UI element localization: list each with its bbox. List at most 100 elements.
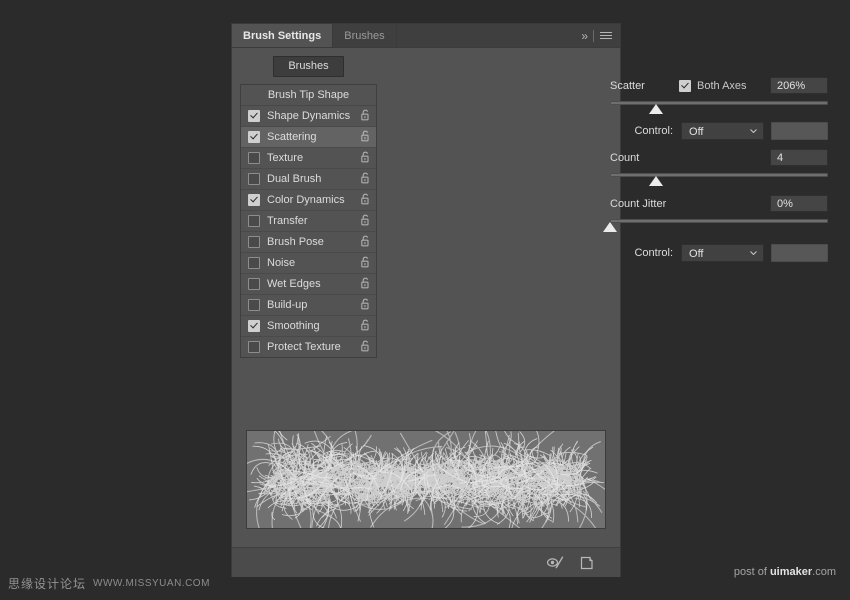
both-axes-checkbox[interactable] — [679, 80, 691, 92]
new-brush-icon[interactable] — [580, 556, 594, 570]
count-jitter-value-input[interactable]: 0% — [770, 195, 828, 212]
scatter-control-label: Control: — [634, 125, 674, 137]
scattering-controls: Scatter Both Axes 206% Control: Off Coun… — [603, 76, 828, 264]
scatter-slider[interactable] — [610, 98, 828, 116]
brush-option-row[interactable]: Noise — [241, 253, 376, 274]
count-jitter-control-select[interactable]: Off — [681, 244, 764, 262]
brush-option-label: Transfer — [267, 215, 308, 227]
panel-tab-tools: » — [573, 24, 620, 47]
brush-option-label: Scattering — [267, 131, 317, 143]
brush-option-row[interactable]: Protect Texture — [241, 337, 376, 357]
brushes-button-wrap: Brushes — [240, 48, 377, 84]
count-jitter-control-extra-box[interactable] — [770, 244, 828, 262]
both-axes-toggle[interactable]: Both Axes — [679, 80, 747, 92]
tab-tools-divider — [593, 29, 594, 42]
unlocked-padlock-icon[interactable] — [361, 277, 370, 292]
tab-brushes[interactable]: Brushes — [333, 24, 397, 47]
scatter-control-row: Control: Off — [610, 120, 828, 142]
brush-option-row[interactable]: Smoothing — [241, 316, 376, 337]
unlocked-padlock-icon[interactable] — [361, 130, 370, 145]
count-jitter-control-value: Off — [689, 248, 704, 260]
count-jitter-slider-track[interactable] — [610, 219, 828, 223]
brush-option-checkbox[interactable] — [248, 341, 260, 353]
count-jitter-control-label: Control: — [634, 247, 674, 259]
count-row: Count 4 — [610, 148, 828, 168]
scatter-label: Scatter — [610, 80, 645, 92]
count-slider-track[interactable] — [610, 173, 828, 177]
brush-option-checkbox[interactable] — [248, 110, 260, 122]
brush-option-label: Smoothing — [267, 320, 320, 332]
brush-option-row[interactable]: Build-up — [241, 295, 376, 316]
brushes-button[interactable]: Brushes — [273, 55, 344, 77]
scatter-control-select[interactable]: Off — [681, 122, 764, 140]
hamburger-menu-icon[interactable] — [600, 30, 612, 41]
brush-option-checkbox[interactable] — [248, 194, 260, 206]
scatter-value-input[interactable]: 206% — [770, 77, 828, 94]
brush-option-row[interactable]: Dual Brush — [241, 169, 376, 190]
brush-option-label: Texture — [267, 152, 304, 164]
unlocked-padlock-icon[interactable] — [361, 256, 370, 271]
brush-option-row[interactable]: Transfer — [241, 211, 376, 232]
count-value-input[interactable]: 4 — [770, 149, 828, 166]
count-slider-thumb[interactable] — [648, 176, 663, 186]
scatter-slider-track[interactable] — [610, 101, 828, 105]
scatter-control-value: Off — [689, 126, 704, 138]
brush-option-checkbox[interactable] — [248, 257, 260, 269]
unlocked-padlock-icon[interactable] — [361, 340, 370, 355]
brush-options-column: Brushes Brush Tip Shape Shape Dynamics Sc… — [240, 48, 377, 358]
brush-option-checkbox[interactable] — [248, 131, 260, 143]
unlocked-padlock-icon[interactable] — [361, 298, 370, 313]
brush-settings-panel: Brush Settings Brushes » Brushes Brush T… — [232, 24, 828, 577]
brush-tip-shape-header[interactable]: Brush Tip Shape — [241, 85, 376, 106]
brush-option-label: Dual Brush — [267, 173, 322, 185]
brush-option-label: Protect Texture — [267, 341, 341, 353]
brush-option-checkbox[interactable] — [248, 152, 260, 164]
count-jitter-control-row: Control: Off — [610, 242, 828, 264]
brush-option-label: Wet Edges — [267, 278, 321, 290]
unlocked-padlock-icon[interactable] — [361, 109, 370, 124]
brush-stroke-graphic — [247, 431, 605, 528]
unlocked-padlock-icon[interactable] — [361, 151, 370, 166]
watermark-left-cn: 思缘设计论坛 — [8, 577, 87, 591]
scatter-control-extra-box[interactable] — [770, 122, 828, 140]
count-jitter-slider-thumb[interactable] — [603, 222, 617, 232]
brush-option-checkbox[interactable] — [248, 236, 260, 248]
brush-option-row[interactable]: Scattering — [241, 127, 376, 148]
brush-preview-toggle-icon[interactable] — [547, 556, 564, 569]
unlocked-padlock-icon[interactable] — [361, 235, 370, 250]
count-label: Count — [610, 152, 640, 164]
scatter-slider-thumb[interactable] — [648, 104, 663, 114]
panel-footer — [232, 547, 620, 577]
brush-option-checkbox[interactable] — [248, 299, 260, 311]
unlocked-padlock-icon[interactable] — [361, 319, 370, 334]
unlocked-padlock-icon[interactable] — [361, 193, 370, 208]
brush-option-checkbox[interactable] — [248, 173, 260, 185]
brush-option-row[interactable]: Shape Dynamics — [241, 106, 376, 127]
brush-option-label: Color Dynamics — [267, 194, 345, 206]
tab-bar-spacer — [396, 24, 574, 47]
brush-option-row[interactable]: Texture — [241, 148, 376, 169]
double-chevron-right-icon[interactable]: » — [581, 29, 588, 43]
chevron-down-icon — [750, 129, 757, 133]
brush-option-row[interactable]: Brush Pose — [241, 232, 376, 253]
watermark-right-prefix: post of — [733, 566, 770, 578]
tab-brushes-label: Brushes — [344, 29, 385, 42]
brush-option-label: Shape Dynamics — [267, 110, 351, 122]
brush-options-list: Brush Tip Shape Shape Dynamics Scattering… — [240, 84, 377, 358]
unlocked-padlock-icon[interactable] — [361, 172, 370, 187]
unlocked-padlock-icon[interactable] — [361, 214, 370, 229]
brush-option-label: Brush Pose — [267, 236, 324, 248]
brush-stroke-preview — [246, 430, 606, 529]
brush-option-checkbox[interactable] — [248, 320, 260, 332]
count-slider[interactable] — [610, 170, 828, 188]
brush-option-label: Noise — [267, 257, 296, 269]
brush-option-checkbox[interactable] — [248, 278, 260, 290]
watermark-left: 思缘设计论坛 WWW.MISSYUAN.COM — [8, 575, 210, 592]
scatter-row: Scatter Both Axes 206% — [610, 76, 828, 96]
brush-option-checkbox[interactable] — [248, 215, 260, 227]
tab-brush-settings[interactable]: Brush Settings — [232, 24, 334, 47]
count-jitter-slider[interactable] — [603, 216, 828, 234]
brush-option-row[interactable]: Wet Edges — [241, 274, 376, 295]
brush-option-row[interactable]: Color Dynamics — [241, 190, 376, 211]
both-axes-label: Both Axes — [697, 80, 747, 92]
